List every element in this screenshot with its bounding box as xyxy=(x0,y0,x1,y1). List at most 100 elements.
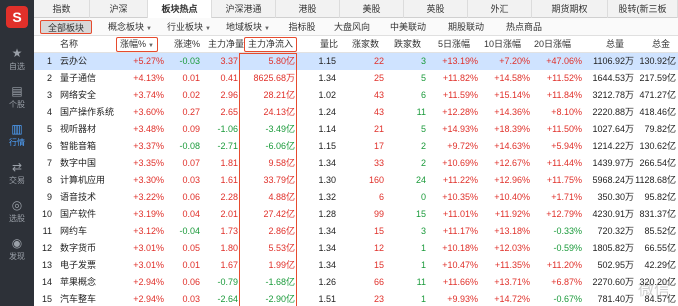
sidebar-item-stock[interactable]: ▤ 个股 xyxy=(0,78,34,114)
cell-row-index: 2 xyxy=(46,73,52,83)
cell-5d-change: +11.01% xyxy=(442,209,478,219)
table-header: 名称 涨幅% ▼ 涨速% 主力净量 主力净流入 量比 涨家数 跌家数 5日涨幅 1… xyxy=(34,36,678,66)
table-row[interactable]: 3 网络安全 +3.74% 0.02 2.96 28.21亿 1.02 43 6 +11.59% +… xyxy=(34,87,678,104)
filter-label: 概念板块 xyxy=(108,22,145,32)
cell-10d-change: +14.58% xyxy=(494,73,530,83)
col-10d-change[interactable]: 10日涨幅 xyxy=(484,36,521,53)
table-row[interactable]: 14 苹果概念 +2.94% 0.06 -0.79 -1.68亿 1.26 66 11 +11.6… xyxy=(34,274,678,291)
table-row[interactable]: 9 语音技术 +3.22% 0.06 2.28 4.88亿 1.32 6 0 +10.35% +10… xyxy=(34,189,678,206)
table-row[interactable]: 15 汽车整车 +2.94% 0.03 -2.64 -2.90亿 1.51 23 1 +9.93%… xyxy=(34,291,678,306)
filter-region-sectors[interactable]: 地域板块 ▼ xyxy=(218,18,278,36)
table-row[interactable]: 13 电子发票 +3.01% 0.01 1.67 1.99亿 1.34 15 1 +10.47% +… xyxy=(34,257,678,274)
col-20d-change[interactable]: 20日涨幅 xyxy=(534,36,571,53)
cell-row-index: 14 xyxy=(41,277,52,287)
tab-shsz[interactable]: 沪深 xyxy=(90,0,148,18)
cell-volume-ratio: 1.34 xyxy=(318,243,336,253)
table-row[interactable]: 1 云办公 +5.27% -0.03 3.37 5.80亿 1.15 22 3 +13.19% +7… xyxy=(34,53,678,70)
filter-index-stocks[interactable]: 指标股 xyxy=(280,18,324,36)
filter-concept-sectors[interactable]: 概念板块 ▼ xyxy=(100,18,160,36)
col-volume-ratio[interactable]: 量比 xyxy=(320,36,338,53)
tab-us[interactable]: 美股 xyxy=(340,0,404,18)
filter-industry-sectors[interactable]: 行业板块 ▼ xyxy=(160,18,218,36)
cell-speed-pct: 0.01 xyxy=(182,260,200,270)
tab-neeq[interactable]: 股转(新三板 xyxy=(608,0,678,18)
table-row[interactable]: 8 计算机应用 +3.30% 0.03 1.61 33.79亿 1.30 160 24 +11.2… xyxy=(34,172,678,189)
col-5d-change[interactable]: 5日涨幅 xyxy=(438,36,470,53)
table-row[interactable]: 7 数字中国 +3.35% 0.07 1.81 9.58亿 1.34 33 2 +10.69% +1… xyxy=(34,155,678,172)
table-row[interactable]: 4 国产操作系统 +3.60% 0.27 2.65 24.13亿 1.24 43 11 +12.2… xyxy=(34,104,678,121)
col-speed-pct[interactable]: 涨速% xyxy=(174,36,200,53)
chevron-down-icon: ▼ xyxy=(264,26,270,32)
sidebar-item-discover[interactable]: ◉ 发现 xyxy=(0,230,34,266)
cell-10d-change: +14.63% xyxy=(494,141,530,151)
tab-sector-hotspot[interactable]: 板块热点 xyxy=(148,0,212,18)
cell-decliners: 24 xyxy=(415,175,426,185)
col-advancers[interactable]: 涨家数 xyxy=(352,36,379,53)
sidebar-item-market[interactable]: ▥ 行情 xyxy=(0,116,34,152)
cell-decliners: 11 xyxy=(416,107,426,117)
table-row[interactable]: 2 量子通信 +4.13% 0.01 0.41 8625.68万 1.34 25 5 +11.82… xyxy=(34,70,678,87)
table-row[interactable]: 6 智能音箱 +3.37% -0.08 -2.71 -6.06亿 1.15 17 2 +9.72%… xyxy=(34,138,678,155)
cell-row-index: 12 xyxy=(41,243,52,253)
cell-total-amount: 1128.68亿 xyxy=(635,175,676,185)
col-decliners[interactable]: 跌家数 xyxy=(394,36,421,53)
filter-hot-commodities[interactable]: 热点商品 xyxy=(496,18,552,36)
cell-change-pct: +2.94% xyxy=(133,294,164,304)
col-total-volume[interactable]: 总量 xyxy=(606,36,624,53)
cell-10d-change: +10.40% xyxy=(494,192,530,202)
col-main-net-volume[interactable]: 主力净量 xyxy=(208,36,244,53)
cell-total-volume: 5968.24万 xyxy=(592,175,634,185)
tab-stock-connect[interactable]: 沪深港通 xyxy=(212,0,276,18)
sidebar-item-watchlist[interactable]: ★ 自选 xyxy=(0,40,34,76)
filter-market-wind[interactable]: 大盘风向 xyxy=(326,18,378,36)
tab-uk[interactable]: 英股 xyxy=(404,0,468,18)
cell-20d-change: +6.87% xyxy=(551,277,582,287)
cell-row-index: 11 xyxy=(42,226,52,236)
cell-20d-change: -0.59% xyxy=(553,243,582,253)
table-row[interactable]: 11 网约车 +3.12% -0.04 1.73 2.86亿 1.34 15 3 +11.17% +… xyxy=(34,223,678,240)
cell-sector-name: 数字中国 xyxy=(60,158,97,168)
col-change-pct[interactable]: 涨幅% ▼ xyxy=(116,37,158,52)
cell-advancers: 43 xyxy=(373,107,384,117)
table-row[interactable]: 5 视听器材 +3.48% 0.09 -1.06 -3.49亿 1.14 21 5 +14.93%… xyxy=(34,121,678,138)
cell-advancers: 33 xyxy=(373,158,384,168)
cell-10d-change: +12.67% xyxy=(494,158,530,168)
cell-speed-pct: 0.06 xyxy=(182,277,200,287)
table-row[interactable]: 10 国产软件 +3.19% 0.04 2.01 27.42亿 1.28 99 15 +11.01… xyxy=(34,206,678,223)
cell-sector-name: 汽车整车 xyxy=(60,294,97,304)
cell-advancers: 15 xyxy=(373,226,384,236)
cell-10d-change: +7.20% xyxy=(499,56,530,66)
cell-total-volume: 1106.92万 xyxy=(593,56,634,66)
cell-20d-change: -0.33% xyxy=(553,226,582,236)
cell-main-net-inflow: -2.90亿 xyxy=(265,294,295,304)
cell-10d-change: +15.14% xyxy=(494,90,530,100)
cell-main-net-inflow: -3.49亿 xyxy=(265,124,295,134)
cell-total-amount: 831.37亿 xyxy=(639,209,676,219)
cell-5d-change: +13.19% xyxy=(442,56,478,66)
cell-speed-pct: 0.09 xyxy=(182,124,200,134)
tab-hk[interactable]: 港股 xyxy=(276,0,340,18)
tab-index[interactable]: 指数 xyxy=(34,0,90,18)
sidebar-item-screener[interactable]: ◎ 选股 xyxy=(0,192,34,228)
filter-futures-stock-linkage[interactable]: 期股联动 xyxy=(438,18,494,36)
cell-change-pct: +3.48% xyxy=(133,124,164,134)
cell-main-net-inflow: 5.80亿 xyxy=(268,56,295,66)
col-name[interactable]: 名称 xyxy=(60,36,78,53)
cell-decliners: 11 xyxy=(416,277,426,287)
cell-main-net-inflow: 1.99亿 xyxy=(268,260,295,270)
filter-all-sectors[interactable]: 全部板块 xyxy=(40,20,92,34)
tab-futures-options[interactable]: 期货期权 xyxy=(532,0,608,18)
tab-forex[interactable]: 外汇 xyxy=(468,0,532,18)
cell-total-amount: 42.29亿 xyxy=(644,260,676,270)
col-main-net-inflow[interactable]: 主力净流入 xyxy=(244,37,298,52)
cell-sector-name: 量子通信 xyxy=(60,73,97,83)
filter-china-us-linkage[interactable]: 中美联动 xyxy=(380,18,436,36)
col-total-amount[interactable]: 总金额 xyxy=(652,36,678,66)
cell-change-pct: +3.01% xyxy=(133,243,164,253)
table-row[interactable]: 12 数字货币 +3.01% 0.05 1.80 5.53亿 1.34 12 1 +10.18% +… xyxy=(34,240,678,257)
cell-main-net-inflow: 33.79亿 xyxy=(263,175,295,185)
app-logo-icon[interactable]: S xyxy=(6,6,28,28)
sidebar-item-trade[interactable]: ⇄ 交易 xyxy=(0,154,34,190)
cell-20d-change: +47.06% xyxy=(546,56,582,66)
discover-icon: ◉ xyxy=(11,236,23,250)
